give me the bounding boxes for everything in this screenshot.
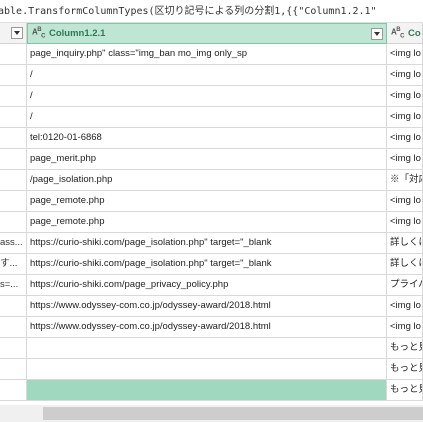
cell-column1-2-1[interactable]: page_merit.php (27, 149, 387, 170)
table-row[interactable]: page_inquiry.php" class="img_ban mo_img … (0, 44, 423, 65)
cell-column1-2-1[interactable]: / (27, 107, 387, 128)
column-header-previous[interactable] (0, 23, 27, 44)
cell-next-column[interactable]: もっと見 (387, 359, 423, 380)
cell-next-column[interactable]: <img lo (387, 317, 423, 338)
formula-bar[interactable]: able.TransformColumnTypes(区切り記号による列の分割1,… (0, 0, 423, 23)
cell-previous-column[interactable]: s=... (0, 275, 27, 296)
table-row[interactable]: / <img lo (0, 65, 423, 86)
cell-column1-2-1[interactable]: /page_isolation.php (27, 170, 387, 191)
cell-column1-2-1[interactable]: / (27, 86, 387, 107)
cell-next-column[interactable]: もっと見 (387, 338, 423, 359)
filter-dropdown-icon[interactable] (11, 27, 23, 39)
cell-next-column[interactable]: 詳しくは (387, 254, 423, 275)
cell-previous-column[interactable] (0, 212, 27, 233)
filter-dropdown-icon[interactable] (371, 27, 383, 40)
cell-previous-column[interactable] (0, 191, 27, 212)
cell-next-column[interactable]: もっと見 (387, 380, 423, 401)
cell-next-column[interactable]: <img lo (387, 86, 423, 107)
cell-next-column[interactable]: プライバ (387, 275, 423, 296)
cell-previous-column[interactable] (0, 170, 27, 191)
table-row[interactable]: / <img lo (0, 107, 423, 128)
table-row[interactable]: tel:0120-01-6868 <img lo (0, 128, 423, 149)
cell-previous-column[interactable]: ass... (0, 233, 27, 254)
cell-column1-2-1[interactable]: https://www.odyssey-com.co.jp/odyssey-aw… (27, 317, 387, 338)
cell-next-column[interactable]: <img lo (387, 107, 423, 128)
cell-next-column[interactable]: <img lo (387, 65, 423, 86)
cell-previous-column[interactable] (0, 65, 27, 86)
cell-next-column[interactable]: ※「対応 (387, 170, 423, 191)
cell-column1-2-1[interactable]: page_remote.php (27, 191, 387, 212)
table-row[interactable]: もっと見 (0, 359, 423, 380)
table-row[interactable]: / <img lo (0, 86, 423, 107)
cell-column1-2-1[interactable] (27, 359, 387, 380)
cell-column1-2-1[interactable]: page_remote.php (27, 212, 387, 233)
scrollbar-thumb[interactable] (43, 407, 423, 420)
cell-next-column[interactable]: <img lo (387, 212, 423, 233)
table-row[interactable]: ass... https://curio-shiki.com/page_isola… (0, 233, 423, 254)
table-row[interactable]: s=... https://curio-shiki.com/page_privac… (0, 275, 423, 296)
cell-previous-column[interactable] (0, 149, 27, 170)
cell-previous-column[interactable] (0, 317, 27, 338)
column-header-label: Co (407, 27, 421, 39)
cell-previous-column[interactable] (0, 44, 27, 65)
table-row[interactable]: /page_isolation.php※「対応 (0, 170, 423, 191)
cell-column1-2-1[interactable]: tel:0120-01-6868 (27, 128, 387, 149)
column-header-column1-2-1[interactable]: ABC Column1.2.1 (27, 23, 387, 44)
column-header-label: Column1.2.1 (48, 28, 106, 39)
column-header-next[interactable]: ABC Co (387, 23, 423, 44)
cell-next-column[interactable]: <img lo (387, 128, 423, 149)
cell-next-column[interactable]: <img lo (387, 191, 423, 212)
cell-column1-2-1[interactable]: https://www.odyssey-com.co.jp/odyssey-aw… (27, 296, 387, 317)
cell-next-column[interactable]: <img lo (387, 296, 423, 317)
table-row[interactable]: す... https://curio-shiki.com/page_isolati… (0, 254, 423, 275)
cell-previous-column[interactable] (0, 128, 27, 149)
cell-previous-column[interactable] (0, 359, 27, 380)
table-row[interactable]: page_remote.php <img lo (0, 212, 423, 233)
cell-column1-2-1[interactable]: https://curio-shiki.com/page_privacy_pol… (27, 275, 387, 296)
text-type-icon[interactable]: ABC (32, 27, 45, 39)
cell-previous-column[interactable] (0, 338, 27, 359)
table-row[interactable]: page_merit.php <img lo (0, 149, 423, 170)
text-type-icon[interactable]: ABC (391, 27, 404, 39)
cell-previous-column[interactable] (0, 380, 27, 401)
cell-column1-2-1[interactable]: / (27, 65, 387, 86)
cell-column1-2-1[interactable] (27, 338, 387, 359)
cell-column1-2-1[interactable]: https://curio-shiki.com/page_isolation.p… (27, 233, 387, 254)
table-row[interactable]: もっと見 (0, 380, 423, 401)
table-row[interactable]: page_remote.php <img lo (0, 191, 423, 212)
cell-previous-column[interactable] (0, 86, 27, 107)
table-row[interactable]: https://www.odyssey-com.co.jp/odyssey-aw… (0, 296, 423, 317)
cell-column1-2-1[interactable]: https://curio-shiki.com/page_isolation.p… (27, 254, 387, 275)
cell-next-column[interactable]: 詳しくは (387, 233, 423, 254)
cell-column1-2-1[interactable] (27, 380, 387, 401)
cell-next-column[interactable]: <img lo (387, 149, 423, 170)
cell-previous-column[interactable]: す... (0, 254, 27, 275)
cell-previous-column[interactable] (0, 296, 27, 317)
table-row[interactable]: もっと見 (0, 338, 423, 359)
cell-column1-2-1[interactable]: page_inquiry.php" class="img_ban mo_img … (27, 44, 387, 65)
cell-previous-column[interactable] (0, 107, 27, 128)
formula-text: able.TransformColumnTypes(区切り記号による列の分割1,… (0, 6, 377, 17)
cell-next-column[interactable]: <img lo (387, 44, 423, 65)
table-row[interactable]: https://www.odyssey-com.co.jp/odyssey-aw… (0, 317, 423, 338)
